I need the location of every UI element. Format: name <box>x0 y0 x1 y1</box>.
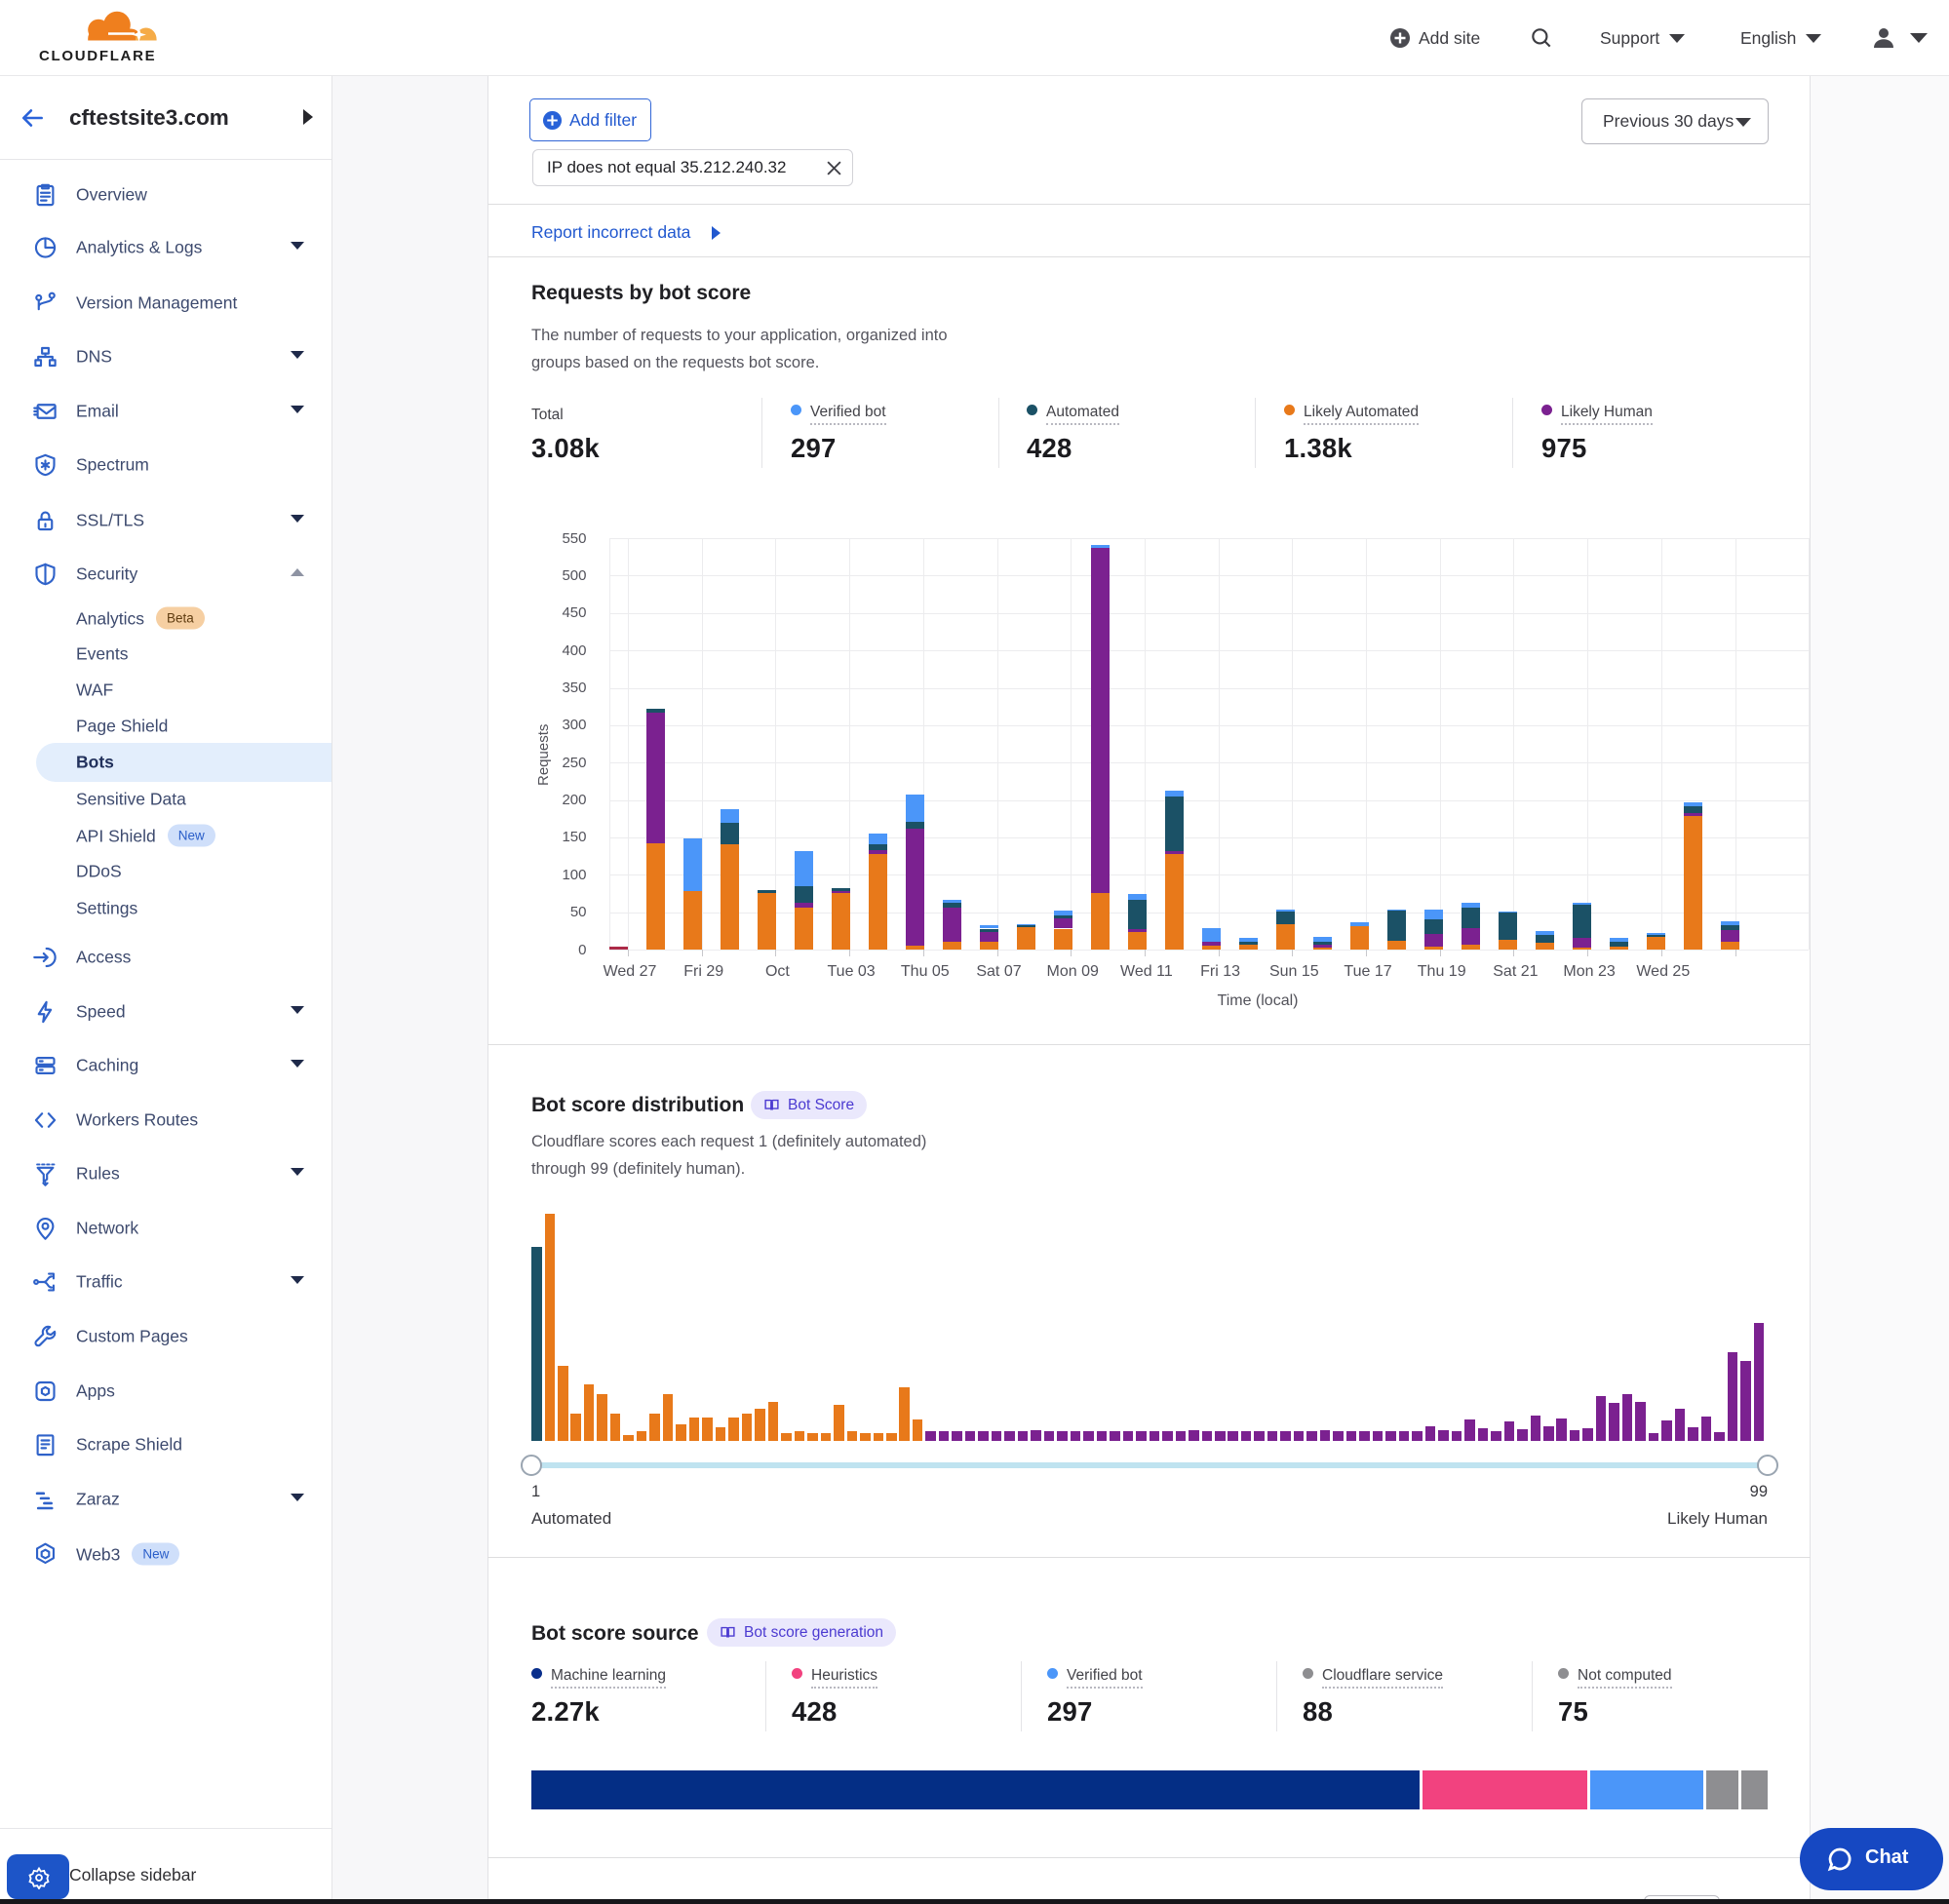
svg-text:CLOUDFLARE: CLOUDFLARE <box>39 48 156 62</box>
